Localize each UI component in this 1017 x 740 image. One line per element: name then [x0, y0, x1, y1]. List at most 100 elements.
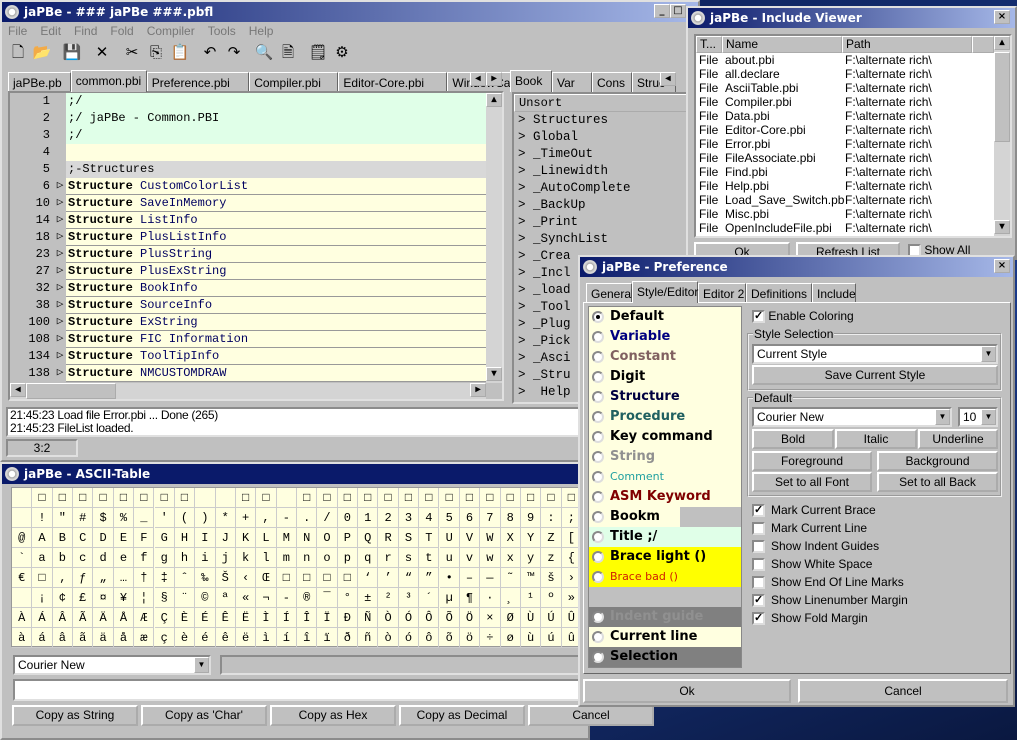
ascii-cell[interactable]: 6	[459, 508, 481, 528]
ascii-cell[interactable]: ©	[195, 588, 216, 608]
style-item[interactable]: Variable	[589, 327, 741, 347]
style-item[interactable]: Comment	[589, 467, 741, 487]
code-line[interactable]: 32 ▷ Structure BookInfo	[10, 280, 486, 297]
code-line[interactable]: 1 ;/	[10, 93, 486, 110]
code-line[interactable]: 138 ▷ Structure NMCUSTOMDRAW	[10, 365, 486, 382]
properties-icon[interactable]: 🗒	[308, 43, 328, 63]
ascii-cell[interactable]: ‰	[195, 568, 216, 588]
scroll-right-button[interactable]: ▸	[470, 383, 486, 397]
menu-file[interactable]: File	[8, 24, 27, 38]
ascii-cell[interactable]: :	[541, 508, 562, 528]
ascii-cell[interactable]: y	[520, 548, 542, 568]
ascii-cell[interactable]: ª	[215, 588, 236, 608]
style-item[interactable]: Digit	[589, 367, 741, 387]
checkbox-box[interactable]	[752, 558, 765, 572]
ascii-cell[interactable]: °	[337, 588, 359, 608]
ascii-cell[interactable]: Ã	[73, 608, 94, 628]
ascii-cell[interactable]: `	[12, 548, 33, 568]
ascii-cell[interactable]: B	[52, 528, 74, 548]
chevron-down-icon[interactable]: ▼	[981, 346, 996, 362]
scroll-up-button[interactable]: ▴	[994, 36, 1010, 50]
code-line[interactable]: 38 ▷ Structure SourceInfo	[10, 297, 486, 314]
preference-title-bar[interactable]: jaPBe - Preference ×	[580, 257, 1013, 277]
ascii-cell[interactable]: -	[276, 508, 297, 528]
scroll-down-button[interactable]: ▾	[486, 367, 502, 381]
checkbox-box[interactable]: ✓	[752, 504, 765, 518]
ascii-cell[interactable]: □	[134, 488, 155, 508]
style-radio[interactable]	[592, 550, 604, 563]
list-item[interactable]: File Find.pbi F:\alternate rich\	[696, 165, 1010, 179]
ascii-cell[interactable]: º	[541, 588, 562, 608]
tab-scroll-left-button[interactable]: ◂	[660, 72, 676, 86]
ascii-cell[interactable]: □	[297, 568, 318, 588]
ascii-cell[interactable]: ‘	[358, 568, 379, 588]
ascii-cell[interactable]: Ê	[215, 608, 236, 628]
ascii-cell[interactable]: k	[235, 548, 257, 568]
ascii-cell[interactable]: a	[32, 548, 53, 568]
style-item[interactable]: Title ;/	[589, 527, 741, 547]
ascii-cell[interactable]: □	[500, 488, 521, 508]
ascii-cell[interactable]: C	[73, 528, 94, 548]
bookmark-item[interactable]: > _Linewidth	[514, 163, 690, 180]
column-header[interactable]	[972, 36, 994, 53]
style-radio[interactable]	[592, 650, 604, 663]
ascii-cell[interactable]: $	[93, 508, 114, 528]
ascii-cell[interactable]: M	[276, 528, 297, 548]
ascii-cell[interactable]: "	[52, 508, 74, 528]
style-radio[interactable]	[592, 530, 604, 543]
ascii-cell[interactable]: d	[93, 548, 114, 568]
code-line[interactable]: 14 ▷ Structure ListInfo	[10, 212, 486, 229]
tab-compiler-pbi[interactable]: Compiler.pbi	[249, 72, 339, 92]
ascii-cell[interactable]: î	[297, 628, 318, 648]
font-select[interactable]: Courier New ▼	[752, 407, 952, 427]
ascii-cell[interactable]: ’	[378, 568, 399, 588]
ascii-cell[interactable]: Ç	[154, 608, 175, 628]
ascii-cell[interactable]: □	[337, 488, 359, 508]
tab-cons[interactable]: Cons	[592, 72, 632, 92]
fold-marker-icon[interactable]: ▷	[54, 280, 66, 297]
ascii-cell[interactable]: □	[32, 568, 53, 588]
style-radio[interactable]	[592, 410, 604, 423]
main-title-bar[interactable]: jaPBe - ### jaPBe ###.pbfl _ □	[2, 2, 698, 22]
ascii-cell[interactable]: Š	[215, 568, 236, 588]
ascii-cell[interactable]: ²	[378, 588, 399, 608]
list-item[interactable]: File Data.pbi F:\alternate rich\	[696, 109, 1010, 123]
style-radio[interactable]	[592, 571, 604, 583]
horizontal-scrollbar[interactable]: ◂ ▸	[10, 383, 486, 399]
ascii-cell[interactable]: □	[439, 488, 460, 508]
code-editor[interactable]: 1 ;/ 2 ;/ jaPBe - Common.PBI 3 ;/ 4 5 ;-Structur…	[8, 91, 504, 401]
ascii-cell[interactable]: _	[134, 508, 155, 528]
code-line[interactable]: 27 ▷ Structure PlusExString	[10, 263, 486, 280]
ascii-cell[interactable]: ì	[256, 628, 277, 648]
tab-editor-core-pbi[interactable]: Editor-Core.pbi	[338, 72, 448, 92]
ascii-cell[interactable]: è	[174, 628, 196, 648]
style-item[interactable]: Indent guide	[589, 607, 741, 627]
style-radio[interactable]	[592, 510, 604, 523]
ascii-cell[interactable]: □	[419, 488, 440, 508]
style-item[interactable]: String	[589, 447, 741, 467]
style-selection-select[interactable]: Current Style ▼	[752, 344, 998, 364]
close-button[interactable]: ×	[994, 10, 1010, 24]
column-header-t[interactable]: T...	[696, 36, 722, 53]
code-line[interactable]: 3 ;/	[10, 127, 486, 144]
ascii-cell[interactable]	[12, 508, 33, 528]
ascii-cell[interactable]: F	[134, 528, 155, 548]
preference-cancel-button[interactable]: Cancel	[798, 679, 1008, 703]
ascii-cell[interactable]: r	[378, 548, 399, 568]
ascii-cell[interactable]: u	[439, 548, 460, 568]
ascii-cell[interactable]: R	[378, 528, 399, 548]
ascii-cell[interactable]: é	[195, 628, 216, 648]
ascii-cell[interactable]: ³	[398, 588, 420, 608]
ascii-cell[interactable]	[12, 488, 33, 508]
ascii-cell[interactable]: O	[317, 528, 338, 548]
ascii-cell[interactable]: ·	[480, 588, 501, 608]
ascii-cell[interactable]: Â	[52, 608, 74, 628]
ascii-cell[interactable]: Å	[113, 608, 135, 628]
code-line[interactable]: 134 ▷ Structure ToolTipInfo	[10, 348, 486, 365]
ascii-cell[interactable]: Á	[32, 608, 53, 628]
column-header-name[interactable]: Name	[722, 36, 842, 53]
ascii-title-bar[interactable]: jaPBe - ASCII-Table	[2, 464, 588, 484]
ascii-cell[interactable]: Ø	[500, 608, 521, 628]
ascii-cell[interactable]: t	[419, 548, 440, 568]
bookmark-item[interactable]: > _SynchList	[514, 231, 690, 248]
